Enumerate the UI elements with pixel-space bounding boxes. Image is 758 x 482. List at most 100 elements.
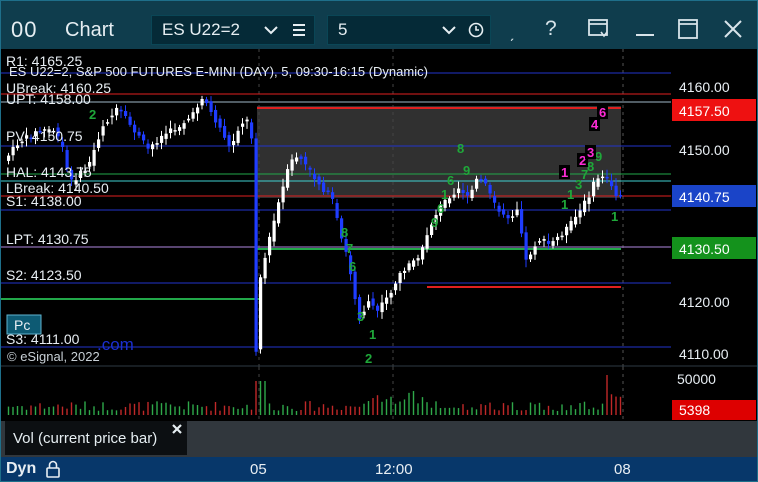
candle-body bbox=[209, 101, 213, 113]
minimize-icon[interactable] bbox=[635, 21, 655, 37]
candle-body bbox=[466, 192, 470, 196]
volume-bar bbox=[372, 398, 374, 415]
volume-bar bbox=[588, 409, 590, 415]
candle-body bbox=[367, 301, 371, 308]
link-icon[interactable]: ˏ bbox=[509, 25, 514, 43]
candle-body bbox=[173, 130, 177, 132]
volume-bar bbox=[403, 399, 406, 415]
chevron-down-icon[interactable] bbox=[442, 25, 456, 35]
volume-bar bbox=[516, 410, 518, 415]
candle-body bbox=[520, 209, 524, 234]
candle-body bbox=[164, 133, 168, 139]
candle-body bbox=[286, 169, 290, 188]
candle-body bbox=[416, 258, 420, 261]
counter-magenta: 3 bbox=[587, 145, 594, 160]
candle-body bbox=[178, 127, 182, 131]
candle-body bbox=[259, 277, 263, 350]
volume-bar bbox=[592, 407, 595, 415]
volume-bar bbox=[295, 410, 298, 415]
candle-body bbox=[574, 216, 578, 225]
volume-bar bbox=[259, 381, 262, 415]
volume-bar bbox=[502, 403, 505, 415]
clock-icon[interactable] bbox=[468, 22, 484, 38]
lpt-label: LPT: 4130.75 bbox=[6, 231, 89, 247]
volume-bar bbox=[75, 404, 77, 415]
candle-body bbox=[205, 99, 209, 104]
volume-bar bbox=[417, 403, 419, 415]
candle-body bbox=[232, 141, 236, 146]
counter-green: 3 bbox=[357, 309, 364, 324]
volume-bar bbox=[160, 403, 163, 415]
pc-button-label: Pc bbox=[14, 317, 30, 333]
chart-type-icon[interactable]: 00 bbox=[11, 17, 37, 43]
volume-bar bbox=[151, 404, 154, 415]
volume-bar bbox=[322, 404, 325, 415]
candle-body bbox=[398, 272, 402, 283]
volume-bar bbox=[507, 405, 509, 415]
counter-green: 9 bbox=[463, 163, 470, 178]
candle-body bbox=[11, 146, 15, 156]
candle-body bbox=[448, 198, 452, 204]
candle-body bbox=[497, 205, 501, 212]
layout-menu-icon[interactable] bbox=[588, 19, 610, 39]
candle-body bbox=[614, 185, 618, 197]
maximize-icon[interactable] bbox=[678, 19, 698, 39]
counter-magenta: 4 bbox=[591, 117, 599, 132]
volume-bar bbox=[412, 391, 415, 415]
counter-green: 2 bbox=[365, 351, 372, 366]
volume-bar bbox=[25, 409, 28, 415]
volume-bar bbox=[138, 402, 140, 415]
volume-bar bbox=[399, 401, 401, 415]
volume-bar bbox=[115, 410, 118, 415]
candle-body bbox=[268, 236, 272, 256]
close-icon[interactable] bbox=[723, 19, 743, 39]
volume-bar bbox=[484, 405, 487, 415]
price-axis[interactable] bbox=[671, 49, 757, 367]
candle-body bbox=[565, 226, 569, 236]
candle-body bbox=[245, 119, 249, 122]
candle-body bbox=[578, 210, 582, 218]
close-icon[interactable] bbox=[171, 423, 183, 435]
candle-body bbox=[547, 240, 551, 244]
lock-icon[interactable] bbox=[45, 460, 61, 478]
volume-bar bbox=[435, 401, 437, 415]
volume-bar bbox=[349, 406, 352, 415]
volume-bar bbox=[111, 409, 113, 415]
symbol-input[interactable]: ES U22=2 bbox=[151, 15, 315, 45]
volume-study-tab[interactable]: Vol (current price bar) bbox=[5, 421, 187, 455]
chevron-down-icon[interactable] bbox=[264, 25, 278, 35]
candle-body bbox=[160, 135, 164, 143]
counter-green: 9 bbox=[431, 215, 438, 230]
volume-bar bbox=[561, 404, 563, 415]
volume-bar bbox=[205, 406, 208, 415]
volume-bar bbox=[340, 409, 343, 415]
time-axis[interactable]: Dyn 05 12:00 08 bbox=[1, 457, 757, 481]
counter-green: 8 bbox=[457, 141, 464, 156]
candle-body bbox=[106, 122, 110, 124]
price-chart[interactable]: 2896169876312113789112346 ES U22=2, S&P … bbox=[1, 49, 757, 367]
dyn-mode-label[interactable]: Dyn bbox=[6, 460, 36, 478]
interval-input[interactable]: 5 bbox=[327, 15, 491, 45]
volume-bar bbox=[480, 404, 482, 415]
volume-bar bbox=[471, 407, 473, 415]
counter-green: 8 bbox=[341, 225, 348, 240]
help-icon[interactable]: ? bbox=[545, 17, 557, 41]
candle-body bbox=[353, 271, 357, 300]
volume-bar bbox=[124, 406, 127, 415]
candle-body bbox=[101, 126, 105, 136]
volume-bar bbox=[457, 408, 460, 415]
volume-bar bbox=[538, 402, 541, 415]
volume-bar bbox=[534, 404, 536, 415]
volume-bar bbox=[66, 408, 68, 415]
pc-button[interactable]: Pc bbox=[6, 314, 42, 335]
list-icon[interactable] bbox=[292, 23, 306, 37]
volume-bar bbox=[367, 401, 370, 415]
volume-pane[interactable]: 50000 5398 bbox=[1, 367, 757, 421]
volume-bar bbox=[358, 406, 361, 415]
candle-body bbox=[97, 139, 101, 148]
volume-bar bbox=[462, 404, 464, 415]
volume-bar bbox=[565, 410, 568, 415]
candle-body bbox=[299, 156, 303, 159]
volume-bar bbox=[421, 397, 424, 415]
volume-bar bbox=[142, 410, 145, 415]
